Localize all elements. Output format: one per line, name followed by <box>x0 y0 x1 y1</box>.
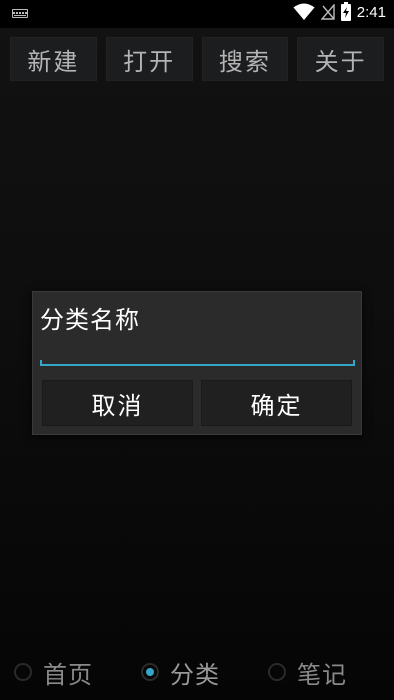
dialog-actions: 取消 确定 <box>42 380 352 426</box>
wifi-icon <box>293 3 315 20</box>
radio-unchecked-icon[interactable] <box>14 663 32 681</box>
category-name-dialog: 分类名称 取消 确定 <box>32 291 362 435</box>
cancel-button[interactable]: 取消 <box>42 380 193 426</box>
no-signal-icon <box>320 4 335 20</box>
about-button[interactable]: 关于 <box>297 37 384 81</box>
status-icons: 2:41 <box>293 1 386 21</box>
radio-home[interactable]: 首页 <box>14 654 93 690</box>
keyboard-icon <box>12 9 28 18</box>
radio-checked-icon[interactable] <box>141 663 159 681</box>
app-screen: 2:41 新建 打开 搜索 关于 分类名称 取消 确定 首页 分类 笔记 <box>0 0 394 700</box>
category-name-input[interactable] <box>40 342 355 366</box>
radio-home-label: 首页 <box>43 660 93 689</box>
bottom-nav-radio-group: 首页 分类 笔记 <box>0 654 394 690</box>
new-button[interactable]: 新建 <box>10 37 97 81</box>
search-button[interactable]: 搜索 <box>201 37 289 81</box>
radio-notes-label: 笔记 <box>297 660 347 689</box>
radio-category-label: 分类 <box>170 660 220 689</box>
dialog-title: 分类名称 <box>40 306 140 334</box>
battery-charging-icon <box>340 1 351 21</box>
input-underline-left <box>40 360 42 366</box>
input-underline-right <box>353 360 355 366</box>
radio-category[interactable]: 分类 <box>141 654 220 690</box>
open-button[interactable]: 打开 <box>105 37 193 81</box>
radio-unchecked-icon[interactable] <box>268 663 286 681</box>
ok-button[interactable]: 确定 <box>201 380 352 426</box>
status-bar: 2:41 <box>0 0 394 28</box>
status-time: 2:41 <box>356 3 386 21</box>
radio-notes[interactable]: 笔记 <box>268 654 347 690</box>
toolbar: 新建 打开 搜索 关于 <box>10 37 384 81</box>
